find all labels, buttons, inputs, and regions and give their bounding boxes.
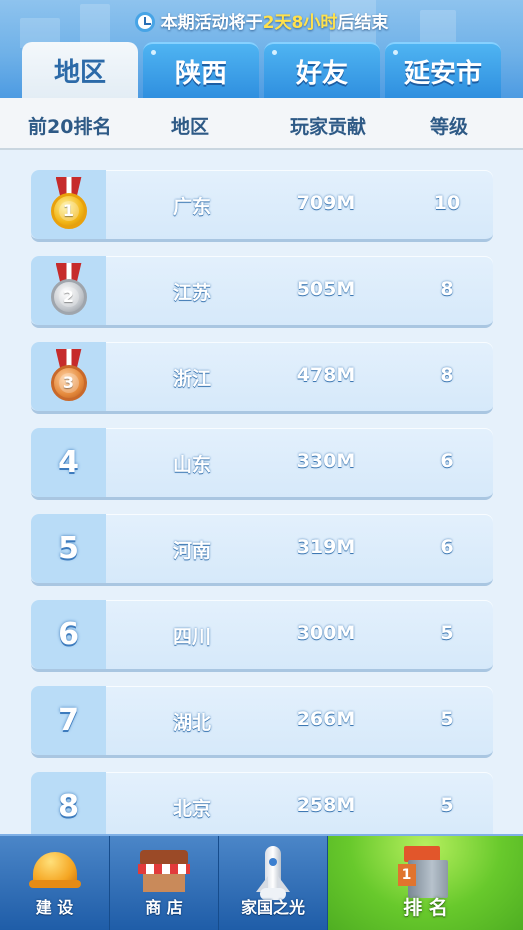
- rank-number: 2: [58, 286, 79, 307]
- row-contribution: 709M: [296, 192, 356, 214]
- row-region: 浙江: [172, 368, 211, 390]
- header-contribution: 玩家贡献: [290, 116, 367, 138]
- ranking-row[interactable]: 3 浙江 478M 8: [31, 342, 493, 414]
- header-rank: 前20排名: [28, 116, 112, 138]
- ranking-row[interactable]: 1 广东 709M 10: [31, 170, 493, 242]
- row-level: 6: [440, 536, 454, 558]
- ranking-row[interactable]: 4 山东 330M 6: [31, 428, 493, 500]
- shop-icon: [138, 850, 190, 894]
- rank-badge: 1: [31, 170, 106, 239]
- ranking-row[interactable]: 6 四川 300M 5: [31, 600, 493, 672]
- tab-shaanxi[interactable]: 陕西: [143, 42, 259, 98]
- rank-badge: 5: [31, 514, 106, 583]
- row-level: 8: [440, 278, 454, 300]
- row-region: 江苏: [172, 282, 211, 304]
- tab-yanan[interactable]: 延安市: [385, 42, 501, 98]
- row-contribution: 319M: [296, 536, 356, 558]
- row-region: 湖北: [172, 712, 211, 734]
- countdown-prefix: 本期活动将于: [160, 13, 263, 33]
- bronze-medal-icon: 3: [49, 348, 89, 405]
- nav-build[interactable]: 建 设: [0, 836, 110, 930]
- nav-shop[interactable]: 商 店: [110, 836, 219, 930]
- tab-region[interactable]: 地区: [22, 42, 138, 98]
- countdown-suffix: 后结束: [337, 13, 389, 33]
- row-region: 四川: [172, 626, 211, 648]
- rank-number: 8: [58, 789, 79, 824]
- rank-number: 7: [58, 703, 79, 738]
- tab-friends[interactable]: 好友: [264, 42, 380, 98]
- rank-badge: 6: [31, 600, 106, 669]
- rocket-icon: [256, 846, 290, 900]
- ranking-row[interactable]: 2 江苏 505M 8: [31, 256, 493, 328]
- row-level: 5: [440, 708, 454, 730]
- event-countdown: 本期活动将于2天8小时后结束: [0, 8, 523, 33]
- rank-number: 4: [58, 445, 79, 480]
- table-header: 前20排名 地区 玩家贡献 等级: [0, 98, 523, 150]
- rank-badge: 8: [31, 772, 106, 834]
- ranking-row[interactable]: 8 北京 258M 5: [31, 772, 493, 834]
- row-region: 北京: [172, 798, 211, 820]
- row-contribution: 300M: [296, 622, 356, 644]
- row-contribution: 330M: [296, 450, 356, 472]
- rank-number: 5: [58, 531, 79, 566]
- row-contribution: 266M: [296, 708, 356, 730]
- silver-medal-icon: 2: [49, 262, 89, 319]
- row-level: 8: [440, 364, 454, 386]
- row-region: 山东: [172, 454, 211, 476]
- rank-number: 6: [58, 617, 79, 652]
- row-level: 6: [440, 450, 454, 472]
- countdown-time: 2天8小时: [262, 13, 338, 33]
- nav-glory-label: 家国之光: [240, 898, 305, 917]
- ranking-list[interactable]: 1 广东 709M 10 2 江苏 505M 8 3 浙江 478M 8 4 山…: [0, 150, 523, 834]
- rank-badge: 4: [31, 428, 106, 497]
- ranking-row[interactable]: 7 湖北 266M 5: [31, 686, 493, 758]
- header-level: 等级: [430, 116, 469, 138]
- rank-number: 1: [58, 200, 79, 221]
- nav-glory[interactable]: 家国之光: [219, 836, 328, 930]
- rank-badge: 2: [31, 256, 106, 325]
- row-contribution: 505M: [296, 278, 356, 300]
- helmet-icon: [28, 850, 81, 890]
- rank-badge: 7: [31, 686, 106, 755]
- header-region: 地区: [171, 116, 210, 138]
- nav-build-label: 建 设: [35, 898, 74, 917]
- clock-icon: [134, 12, 155, 32]
- row-level: 5: [440, 622, 454, 644]
- nav-shop-label: 商 店: [145, 898, 183, 917]
- row-contribution: 258M: [296, 794, 356, 816]
- rank-number: 3: [58, 372, 79, 393]
- top-banner: 本期活动将于2天8小时后结束 地区 陕西 好友 延安市: [0, 0, 523, 98]
- gold-medal-icon: 1: [49, 176, 89, 233]
- row-region: 河南: [172, 540, 211, 562]
- rank-badge: 3: [31, 342, 106, 411]
- nav-ranking[interactable]: 1 排 名: [328, 836, 523, 930]
- ranking-row[interactable]: 5 河南 319M 6: [31, 514, 493, 586]
- row-level: 5: [440, 794, 454, 816]
- nav-ranking-label: 排 名: [403, 897, 448, 919]
- row-region: 广东: [172, 196, 211, 218]
- bottom-nav: 建 设 商 店 家国之光 1 排 名: [0, 834, 523, 930]
- row-level: 10: [433, 192, 461, 214]
- row-contribution: 478M: [296, 364, 356, 386]
